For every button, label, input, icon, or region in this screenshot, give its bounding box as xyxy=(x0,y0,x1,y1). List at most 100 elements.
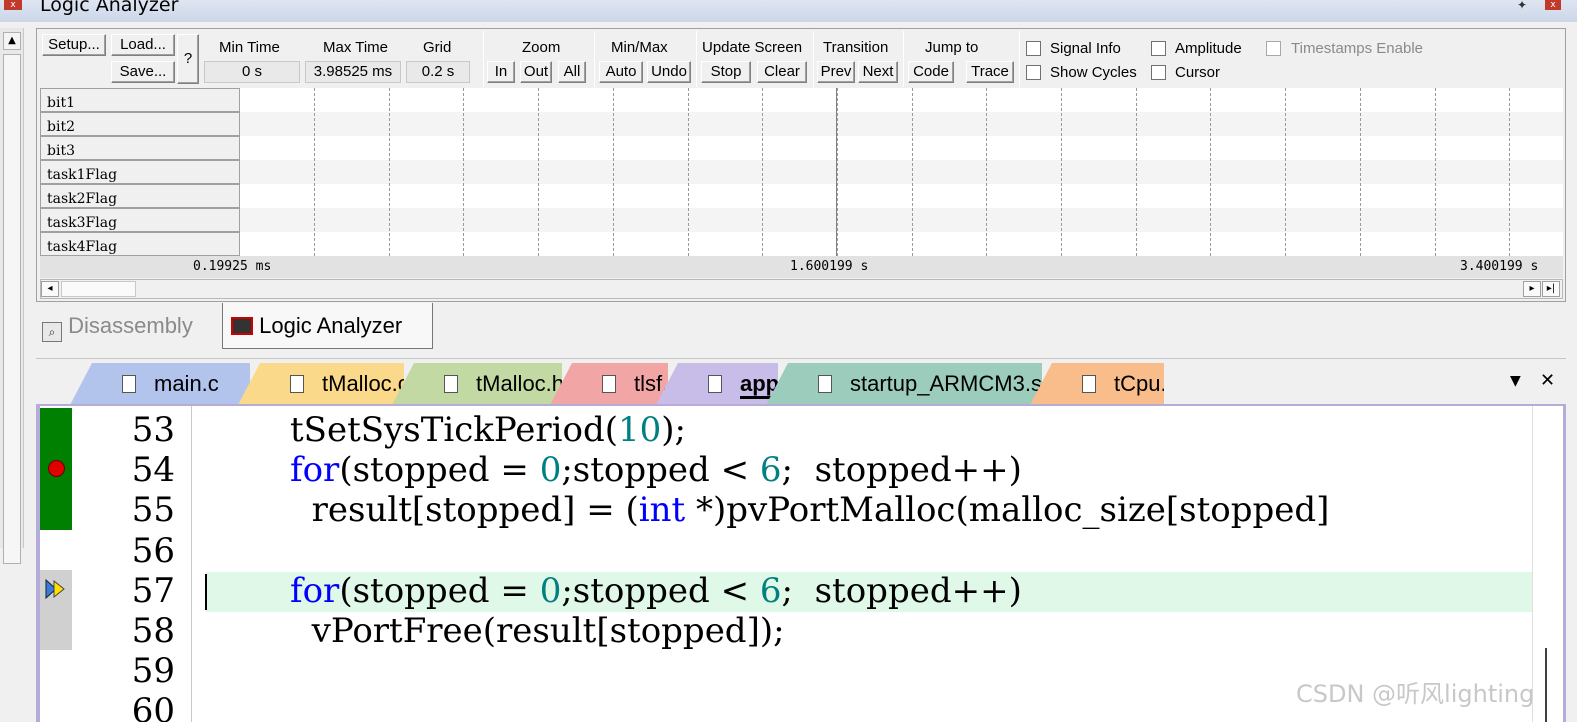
tab-label: tMalloc.h xyxy=(476,371,565,396)
tab-list-dropdown-icon[interactable]: ▼ xyxy=(1510,373,1521,389)
window-title: Logic Analyzer xyxy=(40,0,179,16)
editor-right-margin xyxy=(1532,406,1562,722)
signal-row[interactable] xyxy=(240,160,1563,184)
signal-name-task3Flag[interactable]: task3Flag xyxy=(40,208,240,232)
signal-row[interactable] xyxy=(240,232,1563,256)
transition-label: Transition xyxy=(823,39,889,56)
file-icon xyxy=(444,375,458,393)
zoom-all-button[interactable]: All xyxy=(558,61,586,83)
signal-name-bit1[interactable]: bit1 xyxy=(40,88,240,112)
zoom-in-button[interactable]: In xyxy=(487,61,515,83)
close-icon[interactable]: x xyxy=(1545,0,1561,10)
tab-main-c[interactable]: main.c xyxy=(70,363,250,405)
grid-line xyxy=(388,88,390,256)
line-number: 60 xyxy=(131,691,175,722)
amplitude-checkbox[interactable] xyxy=(1151,41,1166,56)
tab-tmalloc-c[interactable]: tMalloc.c xyxy=(238,363,404,405)
line-number: 53 xyxy=(131,410,175,450)
timestamps-checkbox xyxy=(1266,41,1281,56)
file-icon xyxy=(708,375,722,393)
grid-value: 0.2 s xyxy=(406,61,470,83)
load-button[interactable]: Load... xyxy=(111,34,175,56)
update-screen-label: Update Screen xyxy=(702,39,803,56)
current-execution-arrow-icon xyxy=(45,578,65,600)
pin-icon[interactable]: ✦ xyxy=(1517,0,1527,12)
timestamps-label: Timestamps Enable xyxy=(1291,40,1423,57)
signal-name-bit3[interactable]: bit3 xyxy=(40,136,240,160)
outer-vertical-scrollbar[interactable]: ▲ xyxy=(0,28,24,564)
trace-button[interactable]: Trace xyxy=(966,61,1014,83)
line-number: 57 xyxy=(131,570,175,611)
stop-button[interactable]: Stop xyxy=(701,61,751,83)
tab-app-c[interactable]: app.c xyxy=(656,363,778,405)
clear-button[interactable]: Clear xyxy=(757,61,807,83)
breakpoint-icon[interactable] xyxy=(48,460,65,477)
show-cycles-checkbox[interactable] xyxy=(1026,65,1041,80)
tab-disassembly-label: Disassembly xyxy=(68,313,193,338)
signal-row[interactable] xyxy=(240,88,1563,112)
scroll-thumb[interactable] xyxy=(3,54,21,564)
toolbar-separator xyxy=(1019,31,1020,87)
max-time-value: 3.98525 ms xyxy=(305,61,401,83)
prev-button[interactable]: Prev xyxy=(817,61,855,83)
zoom-out-button[interactable]: Out xyxy=(520,61,552,83)
cursor-checkbox[interactable] xyxy=(1151,65,1166,80)
close-tab-icon[interactable]: ✕ xyxy=(1540,370,1555,391)
max-time-label: Max Time xyxy=(323,39,389,56)
signal-name-task2Flag[interactable]: task2Flag xyxy=(40,184,240,208)
disassembly-icon: ⌕ xyxy=(42,322,62,342)
tab-tcpu-c[interactable]: tCpu.c xyxy=(1030,363,1164,405)
tab-label: tMalloc.c xyxy=(322,371,409,396)
grid-line xyxy=(1434,88,1436,256)
signal-info-checkbox[interactable] xyxy=(1026,41,1041,56)
line-number: 58 xyxy=(131,611,175,651)
scroll-left-icon[interactable]: ◂ xyxy=(41,281,59,297)
signal-name-task1Flag[interactable]: task1Flag xyxy=(40,160,240,184)
tab-tlsf-c[interactable]: tlsf.c xyxy=(550,363,668,405)
signal-waveform-area[interactable]: bit1 bit2 bit3 task1Flag task2Flag task3Flag t… xyxy=(40,88,1563,256)
code-line-57: for(stopped = 0;stopped < 6; stopped++) xyxy=(290,571,1022,611)
signal-row[interactable] xyxy=(240,184,1563,208)
grid-line xyxy=(911,88,913,256)
signal-name-task4Flag[interactable]: task4Flag xyxy=(40,232,240,256)
undo-button[interactable]: Undo xyxy=(647,61,691,83)
horizontal-scrollbar[interactable]: ◂ ▸ ▸| xyxy=(40,279,1563,299)
tab-disassembly[interactable]: ⌕ Disassembly xyxy=(42,303,222,349)
amplitude-label: Amplitude xyxy=(1175,40,1242,57)
tab-label: main.c xyxy=(154,371,219,396)
tab-startup-armcm3-s[interactable]: startup_ARMCM3.s xyxy=(766,363,1042,405)
signal-row[interactable] xyxy=(240,112,1563,136)
scroll-up-icon[interactable]: ▲ xyxy=(3,32,21,50)
line-number: 55 xyxy=(131,490,175,531)
grid-line xyxy=(687,88,689,256)
editor-vertical-scrollbar[interactable] xyxy=(1545,648,1547,722)
scroll-right-icon[interactable]: ▸ xyxy=(1523,281,1541,297)
help-button[interactable]: ? xyxy=(177,34,199,84)
min-time-value: 0 s xyxy=(204,61,300,83)
save-button[interactable]: Save... xyxy=(111,61,175,83)
logic-analyzer-icon xyxy=(231,317,253,335)
horizontal-scroll-thumb[interactable] xyxy=(61,281,136,297)
toolbar-separator xyxy=(594,31,595,87)
minmax-label: Min/Max xyxy=(611,39,668,56)
tab-tmalloc-h[interactable]: tMalloc.h xyxy=(392,363,562,405)
auto-button[interactable]: Auto xyxy=(599,61,643,83)
code-button[interactable]: Code xyxy=(908,61,954,83)
grid-line xyxy=(1210,88,1212,256)
text-caret xyxy=(205,574,207,610)
signal-info-label: Signal Info xyxy=(1050,40,1121,57)
signal-row[interactable] xyxy=(240,136,1563,160)
scroll-end-icon[interactable]: ▸| xyxy=(1542,281,1560,297)
signal-row[interactable] xyxy=(240,208,1563,232)
grid-line xyxy=(986,88,988,256)
line-number: 56 xyxy=(131,530,175,571)
next-button[interactable]: Next xyxy=(858,61,898,83)
tab-logic-analyzer[interactable]: Logic Analyzer xyxy=(222,303,433,349)
close-panel-icon[interactable]: x xyxy=(4,0,22,10)
tab-logic-analyzer-label: Logic Analyzer xyxy=(259,313,403,338)
setup-button[interactable]: Setup... xyxy=(42,34,106,56)
time-axis-right: 3.400199 s xyxy=(1460,259,1539,274)
signal-name-bit2[interactable]: bit2 xyxy=(40,112,240,136)
code-line-54: for(stopped = 0;stopped < 6; stopped++) xyxy=(290,450,1022,490)
editor-tab-strip: main.c tMalloc.c tMalloc.h tlsf.c app.c start… xyxy=(36,358,1566,406)
